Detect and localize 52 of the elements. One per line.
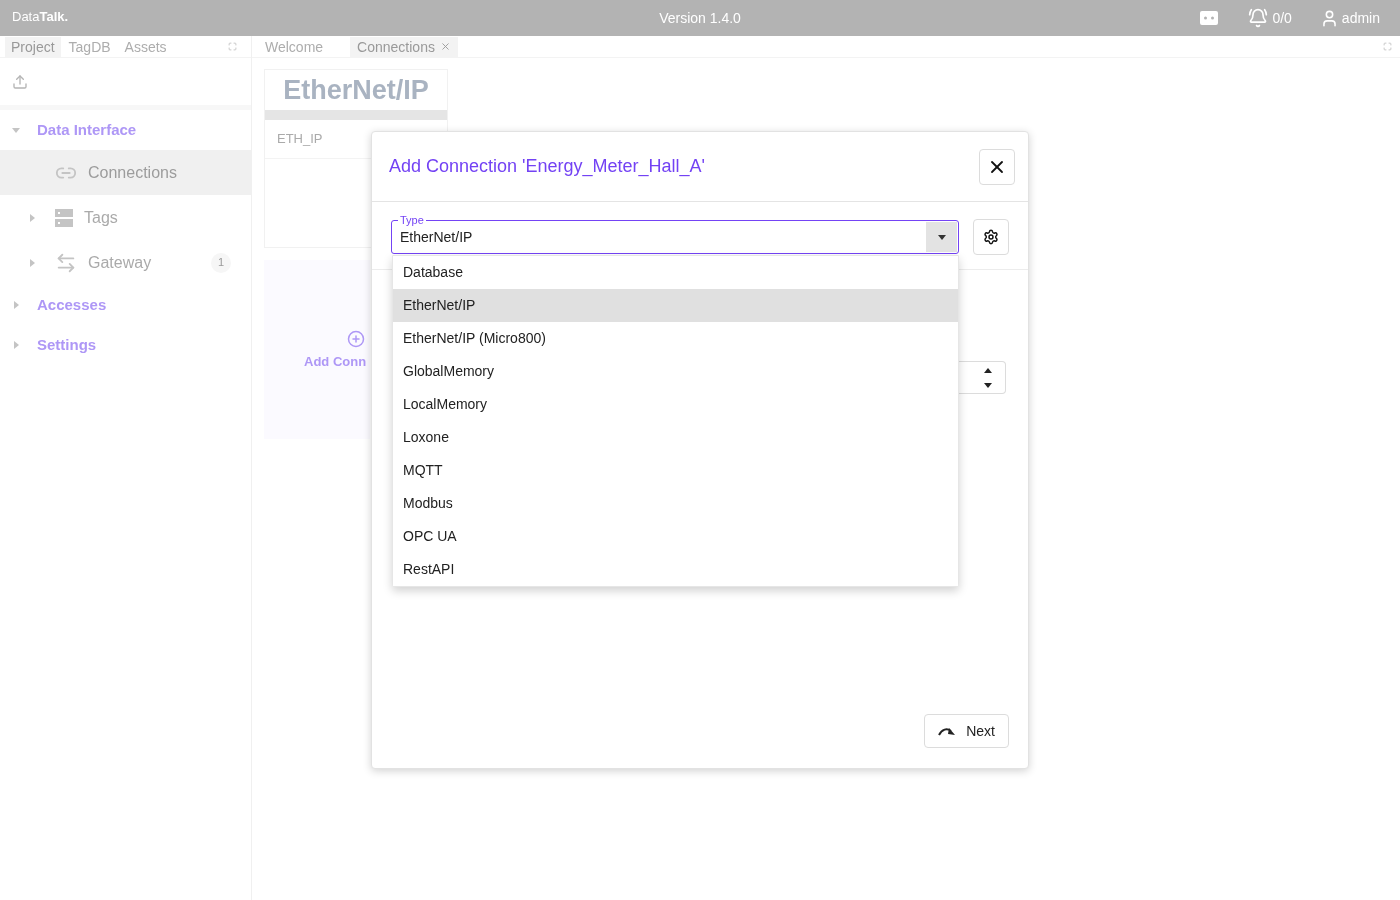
upload-icon[interactable]: [12, 73, 28, 90]
alarm-count: 0/0: [1272, 8, 1292, 28]
caret-icon[interactable]: [926, 222, 957, 252]
card-logo: EtherNet/IP: [283, 76, 429, 104]
dropdown-option[interactable]: GlobalMemory: [393, 355, 958, 388]
fullscreen-icon[interactable]: [1383, 42, 1392, 51]
settings-button[interactable]: [973, 219, 1009, 255]
panel-tab[interactable]: Assets: [118, 36, 173, 57]
user-name[interactable]: admin: [1341, 7, 1380, 29]
panel-tab[interactable]: TagDB: [62, 36, 117, 57]
dropdown-option[interactable]: RestAPI: [393, 553, 958, 586]
arrows-icon: [55, 251, 77, 274]
plus-circle-icon: [347, 330, 365, 348]
bell-icon[interactable]: [1248, 8, 1269, 28]
dropdown-option[interactable]: Database: [393, 256, 958, 289]
server-icon: [55, 208, 73, 227]
settings-icon: [983, 229, 999, 245]
tree-section[interactable]: Accesses: [37, 293, 107, 317]
editor-tab[interactable]: Connections: [350, 36, 458, 57]
dropdown-option[interactable]: LocalMemory: [393, 388, 958, 421]
dropdown-option[interactable]: OPC UA: [393, 520, 958, 553]
caret-right-icon[interactable]: [29, 213, 35, 222]
caret-down-icon[interactable]: [984, 382, 992, 388]
chat-icon[interactable]: [1200, 11, 1219, 25]
dropdown-option[interactable]: EtherNet/IP (Micro800): [393, 322, 958, 355]
caret-up-icon[interactable]: [984, 367, 992, 373]
add-connection-label: Add Conn: [304, 353, 368, 371]
version-label: Version 1.4.0: [659, 8, 741, 28]
curved-arrow-icon: [938, 726, 957, 736]
fullscreen-icon[interactable]: [228, 42, 237, 51]
tree-item-label: Tags: [84, 207, 118, 228]
panel-tab[interactable]: Project: [5, 36, 61, 57]
dropdown-option[interactable]: MQTT: [393, 454, 958, 487]
editor-tab[interactable]: Welcome: [253, 36, 331, 57]
tree-section[interactable]: Settings: [37, 333, 97, 357]
tree-item[interactable]: Connections: [0, 150, 251, 195]
count-badge: 1: [211, 252, 231, 273]
tree-section[interactable]: Data Interface: [37, 118, 137, 142]
app-logo: DataTalk.: [12, 9, 69, 23]
dropdown-option[interactable]: EtherNet/IP: [393, 289, 958, 322]
close-tab-icon[interactable]: [439, 41, 451, 52]
caret-right-icon[interactable]: [29, 258, 35, 267]
caret-right-icon[interactable]: [13, 341, 19, 349]
connection-name: ETH_IP: [277, 130, 323, 149]
close-button[interactable]: [979, 148, 1015, 185]
next-button[interactable]: Next: [924, 714, 1009, 748]
tree-item-label: Gateway: [88, 252, 152, 273]
add-connection-card[interactable]: Add Conn: [264, 260, 370, 439]
dropdown-option[interactable]: Loxone: [393, 421, 958, 454]
dropdown-option[interactable]: Modbus: [393, 487, 958, 520]
tree-item-label: Connections: [88, 162, 177, 183]
caret-right-icon[interactable]: [13, 301, 19, 309]
